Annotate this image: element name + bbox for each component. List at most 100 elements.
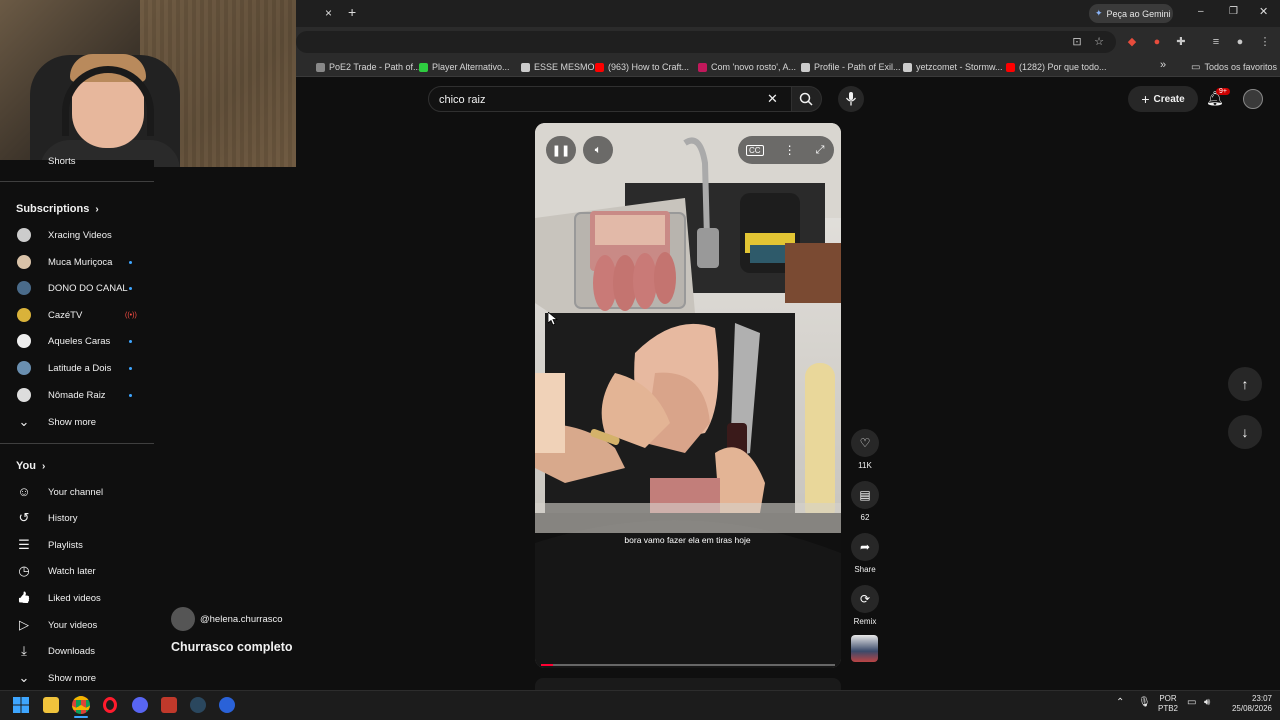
remix-action[interactable]: ⟳ Remix xyxy=(850,585,880,626)
sound-thumbnail[interactable] xyxy=(851,635,878,662)
network-icon[interactable]: ▭ xyxy=(1187,697,1196,708)
captions-button[interactable]: CC ⋮ ⤢ xyxy=(738,136,834,164)
media-control-icon[interactable]: ≡ xyxy=(1209,35,1223,49)
sidebar-show-more-you[interactable]: ⌄ Show more xyxy=(0,665,154,691)
chrome-active-indicator xyxy=(74,716,88,718)
volume-tray-icon[interactable]: 🔊︎ xyxy=(1204,697,1210,708)
media-app-icon[interactable] xyxy=(161,697,177,713)
install-app-icon[interactable]: ⊡ xyxy=(1070,35,1084,49)
chevron-down-icon: ⌄ xyxy=(18,414,30,429)
minimize-window-icon[interactable]: – xyxy=(1198,6,1204,17)
live-icon: ((•)) xyxy=(125,311,137,319)
sidebar-subscription[interactable]: Xracing Videos xyxy=(0,222,154,248)
volume-button[interactable]: 🔈︎ xyxy=(583,136,613,164)
extensions-puzzle-icon[interactable]: ✚ xyxy=(1174,35,1188,49)
share-label: Share xyxy=(854,565,876,574)
sidebar-subscription[interactable]: Latitude a Dois xyxy=(0,355,154,381)
windows-start-icon[interactable] xyxy=(13,697,29,713)
sidebar-item-your-channel[interactable]: ☺ Your channel xyxy=(0,479,154,505)
sidebar-item-your-videos[interactable]: ▷ Your videos xyxy=(0,612,154,638)
bookmark-item[interactable]: ESSE MESMO xyxy=(521,60,595,74)
close-tab-icon[interactable]: × xyxy=(325,6,332,20)
sidebar-item-history[interactable]: ↺ History xyxy=(0,505,154,531)
sidebar-item-watch-later[interactable]: ◷ Watch later xyxy=(0,558,154,584)
bookmark-star-icon[interactable]: ☆ xyxy=(1092,35,1106,49)
sidebar-item-downloads[interactable]: ⤓ Downloads xyxy=(0,638,154,664)
file-explorer-icon[interactable] xyxy=(43,697,59,713)
steam-icon[interactable] xyxy=(190,697,206,713)
close-window-icon[interactable]: ✕ xyxy=(1259,5,1268,18)
channel-avatar-icon xyxy=(17,334,31,348)
playlists-icon: ☰ xyxy=(18,537,30,552)
bookmark-item[interactable]: yetzcomet - Stormw... xyxy=(903,60,1003,74)
comments-action[interactable]: ▤ 62 xyxy=(850,481,880,522)
sidebar-subscription[interactable]: CazéTV ((•)) xyxy=(0,302,154,328)
bookmark-item[interactable]: Player Alternativo... xyxy=(419,60,510,74)
chrome-icon[interactable] xyxy=(72,696,90,714)
sidebar-item-liked-videos[interactable]: 👍 Liked videos xyxy=(0,585,154,611)
discord-icon[interactable] xyxy=(132,697,148,713)
share-action[interactable]: ➦ Share xyxy=(850,533,880,574)
fullscreen-icon[interactable]: ⤢ xyxy=(816,144,825,157)
gemini-button[interactable]: ✦ Peça ao Gemini xyxy=(1089,4,1173,23)
channel-avatar-icon xyxy=(17,361,31,375)
bookmark-item[interactable]: PoE2 Trade - Path of... xyxy=(316,60,421,74)
video-progress-bar[interactable] xyxy=(541,664,835,666)
new-tab-button[interactable]: + xyxy=(348,4,356,20)
browser-menu-icon[interactable]: ⋮ xyxy=(1258,35,1272,49)
tray-expand-icon[interactable]: ⌃ xyxy=(1116,697,1124,708)
more-options-icon[interactable]: ⋮ xyxy=(784,143,796,157)
remix-label: Remix xyxy=(853,617,877,626)
profile-avatar-icon[interactable]: ● xyxy=(1233,35,1247,49)
share-icon: ➦ xyxy=(851,533,879,561)
sidebar-subscription[interactable]: Muca Muriçoca xyxy=(0,249,154,275)
clock[interactable]: 23:07 25/08/2026 xyxy=(1222,694,1272,714)
search-button[interactable] xyxy=(792,86,822,112)
address-bar[interactable] xyxy=(296,31,1116,53)
pause-button[interactable]: ❚❚ xyxy=(546,136,576,164)
sidebar-subscription[interactable]: DONO DO CANAL xyxy=(0,275,154,301)
you-header[interactable]: You › xyxy=(16,460,45,472)
like-action[interactable]: ♡ 11K xyxy=(850,429,880,470)
ea-app-icon[interactable] xyxy=(219,697,235,713)
shorts-video-player[interactable] xyxy=(535,123,841,668)
sidebar-show-more-subscriptions[interactable]: ⌄ Show more xyxy=(0,409,154,435)
bookmark-item[interactable]: Com 'novo rosto', A... xyxy=(698,60,796,74)
search-input[interactable] xyxy=(439,92,759,108)
sidebar-subscription[interactable]: Nômade Raiz xyxy=(0,382,154,408)
plus-icon: + xyxy=(1141,91,1150,107)
all-bookmarks-folder[interactable]: ▭ Todos os favoritos xyxy=(1191,60,1277,74)
next-short-button[interactable]: ↓ xyxy=(1228,415,1262,449)
subscriptions-header[interactable]: Subscriptions › xyxy=(16,203,99,215)
channel-avatar[interactable] xyxy=(171,607,195,631)
channel-handle[interactable]: @helena.churrasco xyxy=(200,614,283,625)
sidebar-subscription[interactable]: Aqueles Caras xyxy=(0,328,154,354)
bookmark-item[interactable]: (963) How to Craft... xyxy=(595,60,689,74)
bookmark-item[interactable]: (1282) Por que todo... xyxy=(1006,60,1107,74)
gemini-icon: ✦ xyxy=(1095,8,1103,18)
create-button[interactable]: + Create xyxy=(1128,86,1198,112)
restore-window-icon[interactable]: ❐ xyxy=(1229,6,1238,17)
sidebar-item-playlists[interactable]: ☰ Playlists xyxy=(0,532,154,558)
chevron-down-icon: ⌄ xyxy=(18,670,30,685)
account-avatar[interactable] xyxy=(1243,89,1263,109)
folder-icon: ▭ xyxy=(1191,61,1201,73)
new-content-dot xyxy=(129,339,132,343)
bookmarks-overflow-icon[interactable]: » xyxy=(1160,58,1166,72)
extension-red-icon[interactable]: ◆ xyxy=(1125,35,1139,49)
opera-icon[interactable] xyxy=(103,697,117,713)
bookmark-item[interactable]: Profile - Path of Exil... xyxy=(801,60,901,74)
sidebar-item-shorts[interactable]: Shorts xyxy=(0,154,154,168)
voice-search-button[interactable] xyxy=(838,86,864,112)
previous-short-button[interactable]: ↑ xyxy=(1228,367,1262,401)
notifications-button[interactable]: 🔔︎ 9+ xyxy=(1206,88,1230,110)
tray-microphone-icon[interactable]: 🎙︎ xyxy=(1138,697,1151,708)
gemini-label: Peça ao Gemini xyxy=(1106,8,1171,19)
language-indicator[interactable]: POR PTB2 xyxy=(1156,694,1180,714)
new-content-dot xyxy=(129,393,132,397)
pause-icon: ❚❚ xyxy=(551,144,571,157)
extension-badge-icon[interactable]: ● xyxy=(1150,35,1164,49)
like-count: 11K xyxy=(858,461,872,470)
clear-search-icon[interactable]: ✕ xyxy=(767,91,778,107)
bookmark-favicon-icon xyxy=(316,62,325,72)
